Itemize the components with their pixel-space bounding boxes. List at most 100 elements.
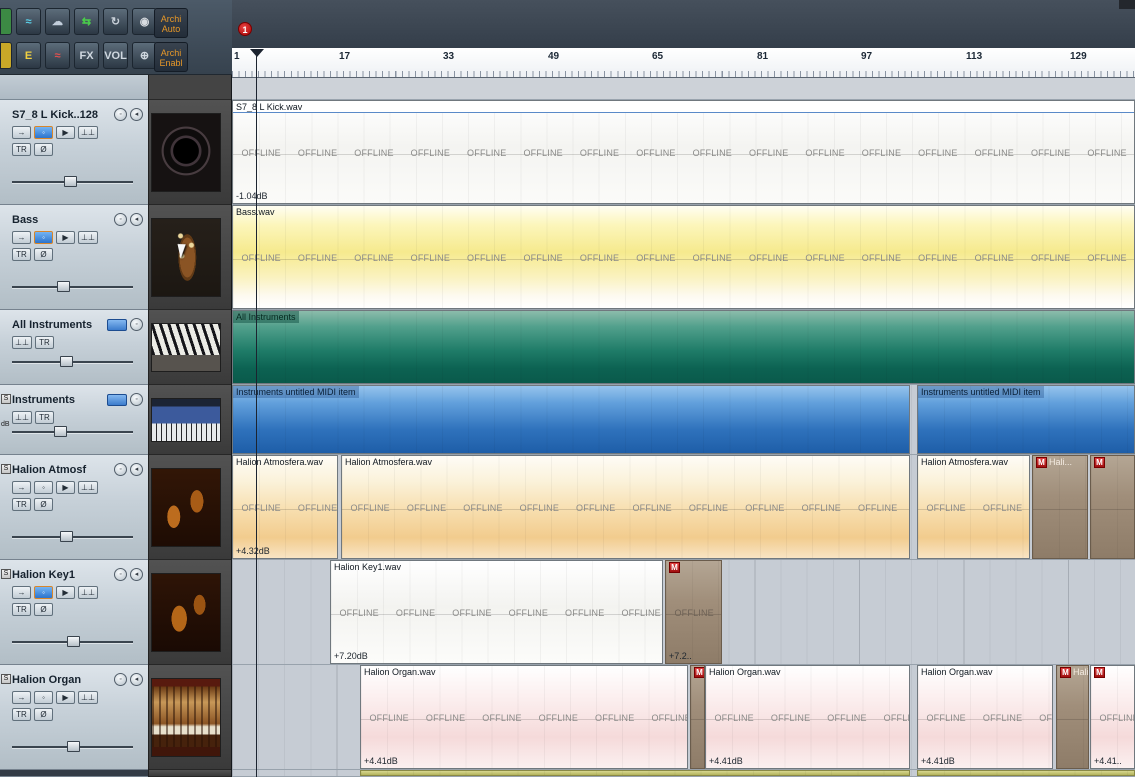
audio-clip[interactable]: Halion Atmosfera.wav OFFLINE OFFLINE OFFLIN… xyxy=(341,455,910,559)
phase-button[interactable]: Ø xyxy=(34,603,53,616)
mute-badge[interactable]: M xyxy=(1094,456,1105,468)
track-control-button[interactable]: → xyxy=(12,691,31,704)
audio-clip[interactable]: Halion Organ.wav OFFLINE OFFLINE OFFLINE OFF… xyxy=(705,665,910,769)
monitor-circle-icon[interactable]: ◂ xyxy=(130,108,143,121)
playhead-marker[interactable] xyxy=(250,49,264,57)
track-control-button[interactable]: ◦ xyxy=(34,691,53,704)
tr-button[interactable]: TR xyxy=(34,411,54,424)
solo-badge[interactable]: S xyxy=(1,464,11,474)
track-lane-instruments[interactable]: Instruments untitled MIDI item Instrument… xyxy=(232,385,1135,455)
track-lane-bass[interactable]: Bass.wavOFFLINEOFFLINEOFFLINEOFFLINEOFFL… xyxy=(232,205,1135,310)
mute-badge[interactable]: M xyxy=(1036,456,1047,468)
audio-clip[interactable] xyxy=(917,770,1135,776)
clipped-tool-icon[interactable] xyxy=(0,8,12,35)
track-control-button[interactable]: → xyxy=(12,231,31,244)
tr-button[interactable]: TR xyxy=(12,708,31,721)
mute-badge[interactable]: M xyxy=(694,666,704,678)
fx-icon[interactable]: FX xyxy=(74,42,99,69)
audio-clip[interactable]: Halion Organ.wav OFFLINE OFFLINE OFFLINE +4.… xyxy=(917,665,1053,769)
phase-button[interactable]: Ø xyxy=(34,498,53,511)
track-control-button[interactable]: ▶ xyxy=(56,481,75,494)
refresh-icon[interactable]: ↻ xyxy=(103,8,128,35)
track-control-button[interactable]: ◦ xyxy=(34,126,53,139)
track-control-button[interactable]: ▶ xyxy=(56,231,75,244)
track-header-instruments[interactable]: S Instruments ◦ ⊥⊥ TR dB xyxy=(0,385,148,455)
audio-clip[interactable]: Bass.wavOFFLINEOFFLINEOFFLINEOFFLINEOFFL… xyxy=(232,205,1135,309)
slider-handle[interactable] xyxy=(60,356,74,367)
archi-auto-button[interactable]: Archi Auto xyxy=(154,8,188,38)
track-lane-halion-organ[interactable]: Halion Organ.wav OFFLINE OFFLINE OFFLINE OFF… xyxy=(232,665,1135,770)
track-lane-partial-bottom[interactable] xyxy=(232,770,1135,777)
track-control-button[interactable]: ▶ xyxy=(56,691,75,704)
monitor-circle-icon[interactable]: ◂ xyxy=(130,463,143,476)
track-control-button[interactable]: ▶ xyxy=(56,126,75,139)
record-circle-icon[interactable]: ◦ xyxy=(114,108,127,121)
volume-slider[interactable] xyxy=(12,741,133,752)
muted-audio-clip[interactable]: M OFFLINE +4.41.. xyxy=(1090,665,1135,769)
audio-clip[interactable]: Instruments untitled MIDI item xyxy=(917,385,1135,454)
sync-arrows-icon[interactable]: ⇆ xyxy=(74,8,99,35)
muted-audio-clip[interactable]: M xyxy=(690,665,705,769)
monitor-circle-icon[interactable]: ◦ xyxy=(130,318,143,331)
track-control-button[interactable]: ▶ xyxy=(56,586,75,599)
clipped-tool-icon[interactable] xyxy=(0,42,12,69)
track-control-button[interactable]: ⊥⊥ xyxy=(12,336,32,349)
audio-clip[interactable]: Halion Key1.wav OFFLINE OFFLINE OFFLINE OFFL… xyxy=(330,560,663,664)
volume-slider[interactable] xyxy=(12,531,133,542)
solo-badge[interactable]: S xyxy=(1,674,11,684)
track-header-all-instruments[interactable]: All Instruments ◦ ⊥⊥ TR xyxy=(0,310,148,385)
tr-button[interactable]: TR xyxy=(34,336,54,349)
track-control-button[interactable]: → xyxy=(12,586,31,599)
solo-badge[interactable]: S xyxy=(1,569,11,579)
solo-badge[interactable]: S xyxy=(1,394,11,404)
track-control-button[interactable]: ◦ xyxy=(34,231,53,244)
audio-clip[interactable]: Halion Atmosfera.wav OFFLINE OFFLINE +4.32d… xyxy=(232,455,338,559)
slider-handle[interactable] xyxy=(66,636,80,647)
record-circle-icon[interactable]: ◦ xyxy=(114,673,127,686)
slider-handle[interactable] xyxy=(54,426,68,437)
cloud-icon[interactable]: ☁ xyxy=(45,8,70,35)
track-header-bass[interactable]: Bass ◦ ◂ → ◦ ▶ ⊥⊥ TR Ø xyxy=(0,205,148,310)
tr-button[interactable]: TR xyxy=(12,603,31,616)
audio-clip[interactable]: All Instruments xyxy=(232,310,1135,384)
volume-slider[interactable] xyxy=(12,636,133,647)
timeline-ruler[interactable]: 1 17 33 49 65 81 97 113 129 xyxy=(232,48,1135,78)
record-circle-icon[interactable]: ◦ xyxy=(114,568,127,581)
monitor-circle-icon[interactable]: ◂ xyxy=(130,568,143,581)
phase-button[interactable]: Ø xyxy=(34,248,53,261)
muted-audio-clip[interactable]: MHali... xyxy=(1032,455,1088,559)
tr-button[interactable]: TR xyxy=(12,498,31,511)
phase-button[interactable]: Ø xyxy=(34,143,53,156)
volume-slider[interactable] xyxy=(12,281,133,292)
track-control-button[interactable]: ⊥⊥ xyxy=(78,126,98,139)
archi-enable-button[interactable]: Archi Enabl xyxy=(154,42,188,72)
mute-badge[interactable]: M xyxy=(1060,666,1071,678)
mute-badge[interactable]: M xyxy=(669,561,680,573)
wave-edit-icon[interactable]: ≈ xyxy=(45,42,70,69)
track-control-button[interactable]: → xyxy=(12,126,31,139)
slider-handle[interactable] xyxy=(60,531,74,542)
track-header-partial-bottom[interactable] xyxy=(0,770,148,777)
phase-button[interactable]: Ø xyxy=(34,708,53,721)
monitor-circle-icon[interactable]: ◂ xyxy=(130,213,143,226)
muted-audio-clip[interactable]: MHali... xyxy=(1056,665,1089,769)
audio-clip[interactable]: Halion Organ.wav OFFLINE OFFLINE OFFLINE OFF… xyxy=(360,665,688,769)
volume-icon[interactable]: VOL xyxy=(103,42,128,69)
track-control-button[interactable]: → xyxy=(12,481,31,494)
track-lane-halion-atmosfera[interactable]: Halion Atmosfera.wav OFFLINE OFFLINE +4.32d… xyxy=(232,455,1135,560)
audio-clip[interactable]: S7_8 L Kick.wav OFFLINE OFFLINE OFFLINE OFFL… xyxy=(232,100,1135,204)
tr-button[interactable]: TR xyxy=(12,143,31,156)
track-header-halion-atmosfera[interactable]: S Halion Atmosf ◦ ◂ → ◦ ▶ ⊥⊥ TR Ø xyxy=(0,455,148,560)
monitor-circle-icon[interactable]: ◂ xyxy=(130,673,143,686)
audio-clip[interactable]: Instruments untitled MIDI item xyxy=(232,385,910,454)
monitor-circle-icon[interactable]: ◦ xyxy=(130,393,143,406)
muted-audio-clip[interactable]: M xyxy=(1090,455,1135,559)
track-lane-kick[interactable]: S7_8 L Kick.wav OFFLINE OFFLINE OFFLINE OFFL… xyxy=(232,100,1135,205)
track-control-button[interactable]: ⊥⊥ xyxy=(78,231,98,244)
track-control-button[interactable]: ◦ xyxy=(34,586,53,599)
muted-audio-clip[interactable]: M OFFLINEOFFLINE +7.2.. xyxy=(665,560,722,664)
track-lane-all-instruments[interactable]: All Instruments xyxy=(232,310,1135,385)
slider-handle[interactable] xyxy=(56,281,70,292)
output-route-button[interactable] xyxy=(107,393,127,406)
output-route-button[interactable] xyxy=(107,318,127,331)
